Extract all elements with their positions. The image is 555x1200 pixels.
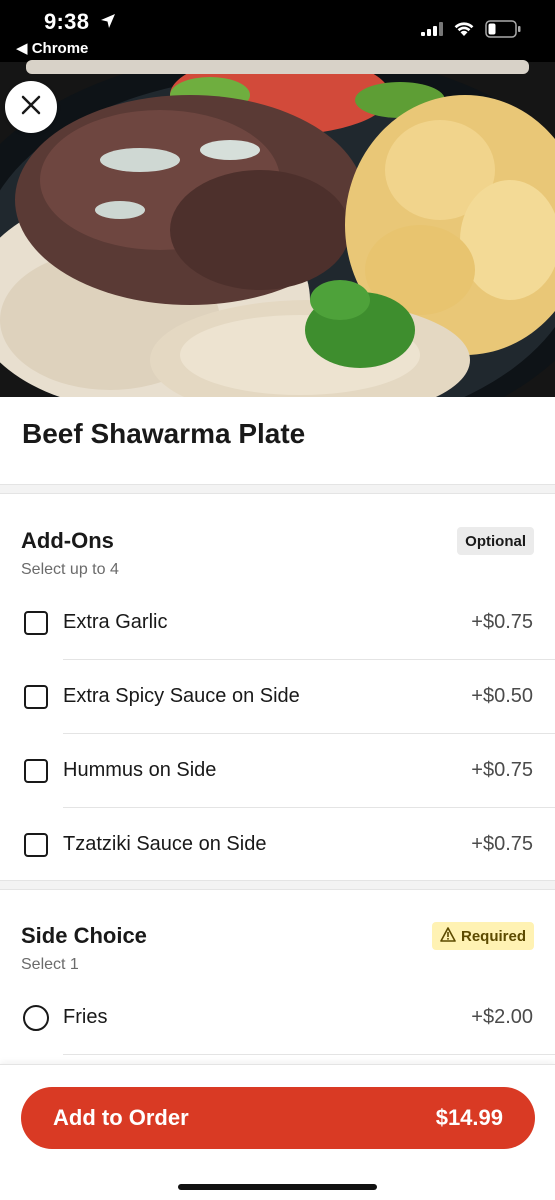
- back-to-app-link[interactable]: ◀ Chrome: [16, 39, 88, 57]
- addon-checkbox[interactable]: [24, 611, 48, 635]
- required-badge-label: Required: [460, 927, 526, 945]
- add-to-order-button[interactable]: Add to Order $14.99: [21, 1087, 535, 1149]
- side-choice-subtitle: Select 1: [21, 956, 79, 973]
- section-divider: [0, 484, 555, 494]
- optional-badge: Optional: [457, 527, 534, 555]
- required-badge: Required: [431, 922, 534, 950]
- addon-option-label: Extra Garlic: [63, 611, 168, 633]
- addon-option-label: Tzatziki Sauce on Side: [63, 833, 267, 855]
- addon-option-price: +$0.75: [471, 759, 533, 781]
- status-bar: 9:38 ◀ Chrome: [0, 0, 555, 62]
- wifi-icon: [453, 21, 475, 42]
- addon-option-price: +$0.75: [471, 611, 533, 633]
- addon-option-price: +$0.50: [471, 685, 533, 707]
- addon-option-row[interactable]: Extra Spicy Sauce on Side +$0.50: [0, 660, 555, 734]
- close-button[interactable]: [5, 81, 57, 133]
- status-time: 9:38: [44, 9, 90, 34]
- side-radio-button[interactable]: [23, 1005, 49, 1031]
- addon-checkbox[interactable]: [24, 685, 48, 709]
- addon-checkbox[interactable]: [24, 833, 48, 857]
- addon-option-label: Extra Spicy Sauce on Side: [63, 685, 300, 707]
- addons-title: Add-Ons: [21, 528, 114, 553]
- warning-icon: [440, 926, 456, 946]
- side-option-price: +$2.00: [471, 1006, 533, 1028]
- location-arrow-icon: [100, 13, 116, 34]
- row-divider: [63, 1054, 555, 1055]
- item-title: Beef Shawarma Plate: [22, 418, 306, 449]
- addon-checkbox[interactable]: [24, 759, 48, 783]
- side-choice-title: Side Choice: [21, 923, 147, 948]
- battery-icon: [485, 20, 521, 43]
- status-indicators: [421, 20, 521, 43]
- bottom-action-bar: Add to Order $14.99: [0, 1064, 555, 1200]
- close-icon: [20, 94, 42, 121]
- side-option-row[interactable]: Fries +$2.00: [0, 981, 555, 1055]
- add-to-order-label: Add to Order: [53, 1105, 189, 1130]
- addons-subtitle: Select up to 4: [21, 561, 119, 578]
- side-option-label: Fries: [63, 1006, 108, 1028]
- optional-badge-label: Optional: [465, 532, 526, 550]
- home-indicator[interactable]: [178, 1184, 377, 1190]
- section-divider: [0, 880, 555, 890]
- addon-option-row[interactable]: Hummus on Side +$0.75: [0, 734, 555, 808]
- addon-option-label: Hummus on Side: [63, 759, 217, 781]
- addon-option-price: +$0.75: [471, 833, 533, 855]
- addon-option-row[interactable]: Extra Garlic +$0.75: [0, 586, 555, 660]
- order-total-price: $14.99: [435, 1105, 503, 1130]
- addon-option-row[interactable]: Tzatziki Sauce on Side +$0.75: [0, 808, 555, 882]
- cellular-signal-icon: [421, 22, 443, 41]
